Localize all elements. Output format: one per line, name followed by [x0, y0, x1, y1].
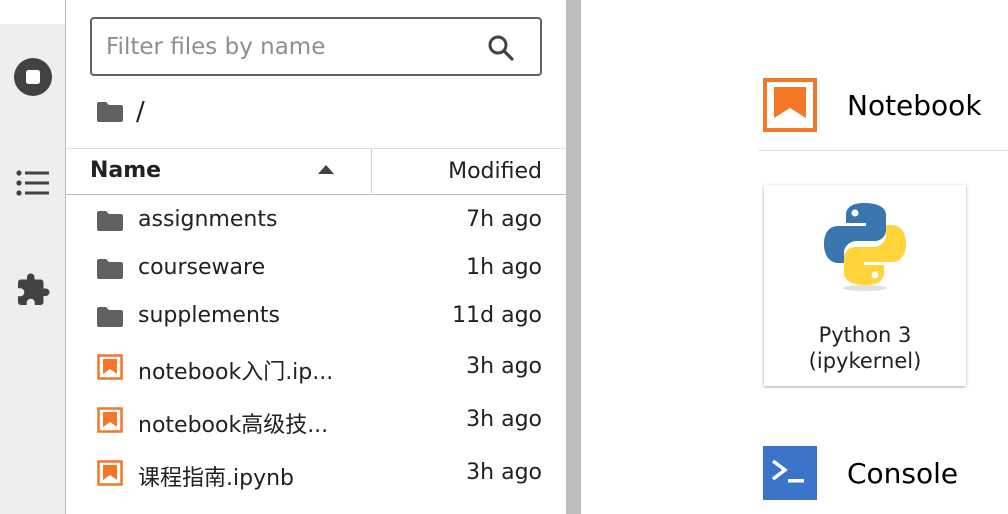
name-column-header[interactable]: Name [90, 158, 161, 183]
file-browser-panel: / Name Modified assignments 7h ago cours… [66, 0, 566, 514]
running-kernels-tab[interactable] [13, 57, 53, 97]
activity-bar [0, 0, 66, 514]
file-row-courseware[interactable]: courseware 1h ago [66, 245, 566, 293]
folder-icon [97, 211, 123, 231]
table-of-contents-tab[interactable] [13, 163, 53, 203]
sort-ascending-icon[interactable] [318, 165, 334, 174]
file-name: 课程指南.ipynb [138, 466, 294, 491]
file-name: courseware [138, 255, 266, 280]
file-row-assignments[interactable]: assignments 7h ago [66, 197, 566, 245]
file-modified: 3h ago [466, 407, 542, 432]
kernel-name: Python 3 [818, 323, 912, 347]
extension-icon [18, 273, 50, 305]
notebook-file-icon [97, 460, 123, 486]
file-modified: 3h ago [466, 460, 542, 485]
activity-bar-top-spacer [0, 0, 66, 24]
list-icon [16, 170, 49, 196]
folder-icon [97, 259, 123, 279]
file-name: notebook入门.ip... [138, 360, 334, 385]
launcher-panel: Notebook Python 3 (ipykernel) Console [581, 0, 1008, 514]
folder-icon[interactable] [96, 100, 124, 124]
stop-circle-icon [14, 58, 52, 96]
notebook-icon [763, 78, 817, 132]
file-modified: 11d ago [452, 303, 542, 328]
file-list-header: Name Modified [66, 148, 566, 195]
file-name: assignments [138, 207, 278, 232]
search-icon [488, 35, 514, 61]
notebook-file-icon [97, 354, 123, 380]
file-modified: 7h ago [466, 207, 542, 232]
file-name: supplements [138, 303, 280, 328]
folder-icon [97, 307, 123, 327]
file-filter-box[interactable] [90, 17, 542, 76]
extension-manager-tab[interactable] [13, 270, 53, 310]
python-logo-icon [824, 203, 906, 291]
kernel-spec: (ipykernel) [808, 349, 922, 373]
file-row-course-guide[interactable]: 课程指南.ipynb 3h ago [66, 450, 566, 498]
column-divider[interactable] [371, 149, 372, 193]
notebook-section-title: Notebook [847, 88, 982, 122]
console-section-title: Console [847, 456, 959, 490]
section-divider [758, 150, 1008, 151]
file-row-notebook-advanced[interactable]: notebook高级技... 3h ago [66, 397, 566, 445]
notebook-file-icon [97, 407, 123, 433]
file-name: notebook高级技... [138, 413, 329, 438]
python3-notebook-launcher-card[interactable]: Python 3 (ipykernel) [764, 185, 966, 386]
modified-column-header[interactable]: Modified [448, 159, 542, 184]
file-modified: 1h ago [466, 255, 542, 280]
console-icon [763, 446, 817, 500]
kernel-label: Python 3 (ipykernel) [764, 322, 966, 374]
file-modified: 3h ago [466, 354, 542, 379]
console-section-header: Console [763, 446, 958, 500]
file-row-supplements[interactable]: supplements 11d ago [66, 293, 566, 341]
file-filter-input[interactable] [106, 31, 476, 63]
breadcrumb-root[interactable]: / [136, 97, 145, 127]
notebook-section-header: Notebook [763, 78, 982, 132]
breadcrumb: / [96, 96, 145, 128]
panel-splitter[interactable] [566, 0, 581, 514]
file-row-notebook-intro[interactable]: notebook入门.ip... 3h ago [66, 344, 566, 392]
